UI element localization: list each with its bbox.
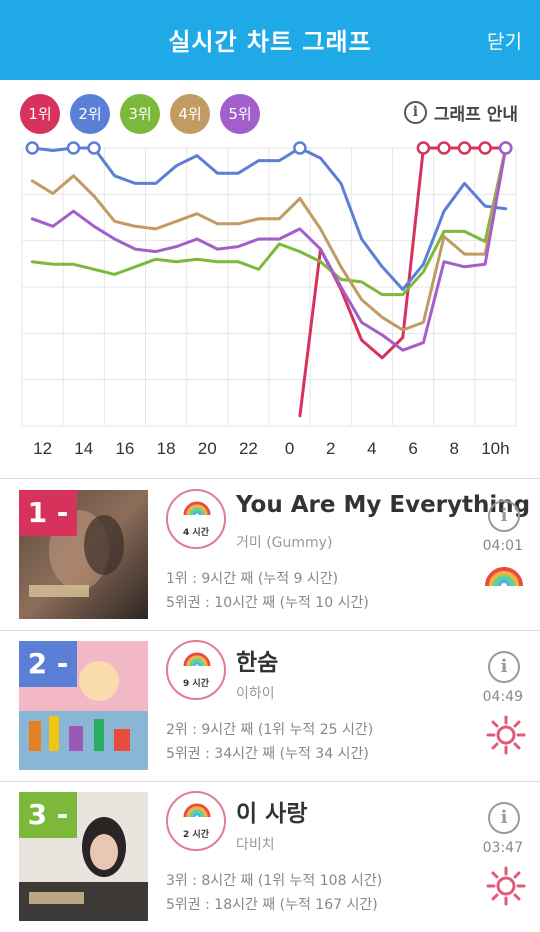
- info-icon[interactable]: i: [488, 500, 520, 532]
- info-icon: i: [403, 101, 427, 124]
- first-place-marker: [25, 141, 40, 155]
- song-duration: 03:47: [482, 840, 523, 856]
- legend-rank-3[interactable]: 3위: [120, 94, 160, 134]
- artist-name: 이하이: [236, 686, 275, 702]
- duration-badge: 2 시간: [166, 791, 226, 851]
- duration-badge: 4 시간: [166, 489, 226, 549]
- first-place-marker: [66, 141, 81, 155]
- x-tick-label: 12: [33, 439, 52, 458]
- rank-stat: 3위 : 8시간 째 (1위 누적 108 시간): [166, 873, 383, 889]
- rainbow-icon: [183, 501, 211, 516]
- artist-name: 다비치: [236, 837, 275, 853]
- song-title: 이 사랑: [236, 801, 308, 827]
- album-cover: 1 -: [19, 490, 148, 619]
- legend-rank-1[interactable]: 1위: [20, 94, 60, 134]
- rank-stat: 1위 : 9시간 째 (누적 9 시간): [166, 571, 339, 587]
- rank-line-chart: 12 14 16 18 20 22 0 2 4 6 8 10h: [21, 141, 517, 458]
- sun-icon: [486, 866, 526, 906]
- first-place-marker: [87, 141, 101, 155]
- first-place-marker: [437, 141, 451, 155]
- song-title: You Are My Everything: [236, 492, 531, 518]
- x-tick-label: 4: [367, 439, 376, 458]
- info-icon[interactable]: i: [488, 651, 520, 683]
- chart-entry-1[interactable]: 1 - 4 시간 You Are My Everything 거미 (Gummy…: [0, 480, 540, 630]
- artist-name: 거미 (Gummy): [236, 535, 333, 551]
- legend-rank-4[interactable]: 4위: [170, 94, 210, 134]
- first-place-marker: [457, 141, 472, 155]
- app-header: 실시간 차트 그래프 닫기: [0, 0, 540, 80]
- sun-icon: [486, 715, 526, 755]
- first-place-marker: [498, 141, 513, 155]
- info-icon[interactable]: i: [488, 802, 520, 834]
- legend-rank-5[interactable]: 5위: [220, 94, 260, 134]
- song-title: 한숨: [236, 650, 279, 676]
- x-tick-label: 8: [450, 439, 459, 458]
- x-tick-label: 20: [198, 439, 217, 458]
- song-duration: 04:01: [482, 538, 523, 554]
- rank-badge: 3 -: [19, 792, 77, 838]
- x-tick-label: 10h: [481, 439, 509, 458]
- x-tick-label: 6: [408, 439, 417, 458]
- x-tick-label: 22: [239, 439, 258, 458]
- first-place-marker: [478, 141, 492, 155]
- x-tick-label: 0: [285, 439, 294, 458]
- album-cover: 3 -: [19, 792, 148, 921]
- page-title: 실시간 차트 그래프: [168, 28, 372, 56]
- graph-guide-button[interactable]: i 그래프 안내: [403, 100, 518, 125]
- rank-badge: 1 -: [19, 490, 77, 536]
- x-tick-label: 16: [115, 439, 134, 458]
- close-button[interactable]: 닫기: [487, 27, 522, 54]
- first-place-marker: [293, 141, 307, 155]
- top5-stat: 5위권 : 34시간 째 (누적 34 시간): [166, 746, 369, 762]
- x-tick-label: 2: [326, 439, 335, 458]
- top5-stat: 5위권 : 18시간 째 (누적 167 시간): [166, 897, 378, 913]
- x-tick-label: 18: [157, 439, 176, 458]
- top5-stat: 5위권 : 10시간 째 (누적 10 시간): [166, 595, 369, 611]
- rank-badge: 2 -: [19, 641, 77, 687]
- legend-rank-2[interactable]: 2위: [70, 94, 110, 134]
- song-duration: 04:49: [482, 689, 523, 705]
- chart-entry-2[interactable]: 2 - 9 시간 한숨 이하이 2위 : 9시간 째 (1위 누적 25 시간)…: [0, 631, 540, 781]
- album-cover: 2 -: [19, 641, 148, 770]
- chart-entry-3[interactable]: 3 - 2 시간 이 사랑 다비치 3위 : 8시간 째 (1위 누적 108 …: [0, 782, 540, 932]
- divider: [0, 478, 540, 479]
- rainbow-icon: [183, 803, 211, 818]
- x-tick-label: 14: [74, 439, 93, 458]
- rainbow-icon: [183, 652, 211, 667]
- graph-guide-label: 그래프 안내: [433, 105, 518, 125]
- first-place-marker: [416, 141, 431, 155]
- duration-badge: 9 시간: [166, 640, 226, 700]
- rainbow-icon: [485, 567, 523, 587]
- rank-stat: 2위 : 9시간 째 (1위 누적 25 시간): [166, 722, 374, 738]
